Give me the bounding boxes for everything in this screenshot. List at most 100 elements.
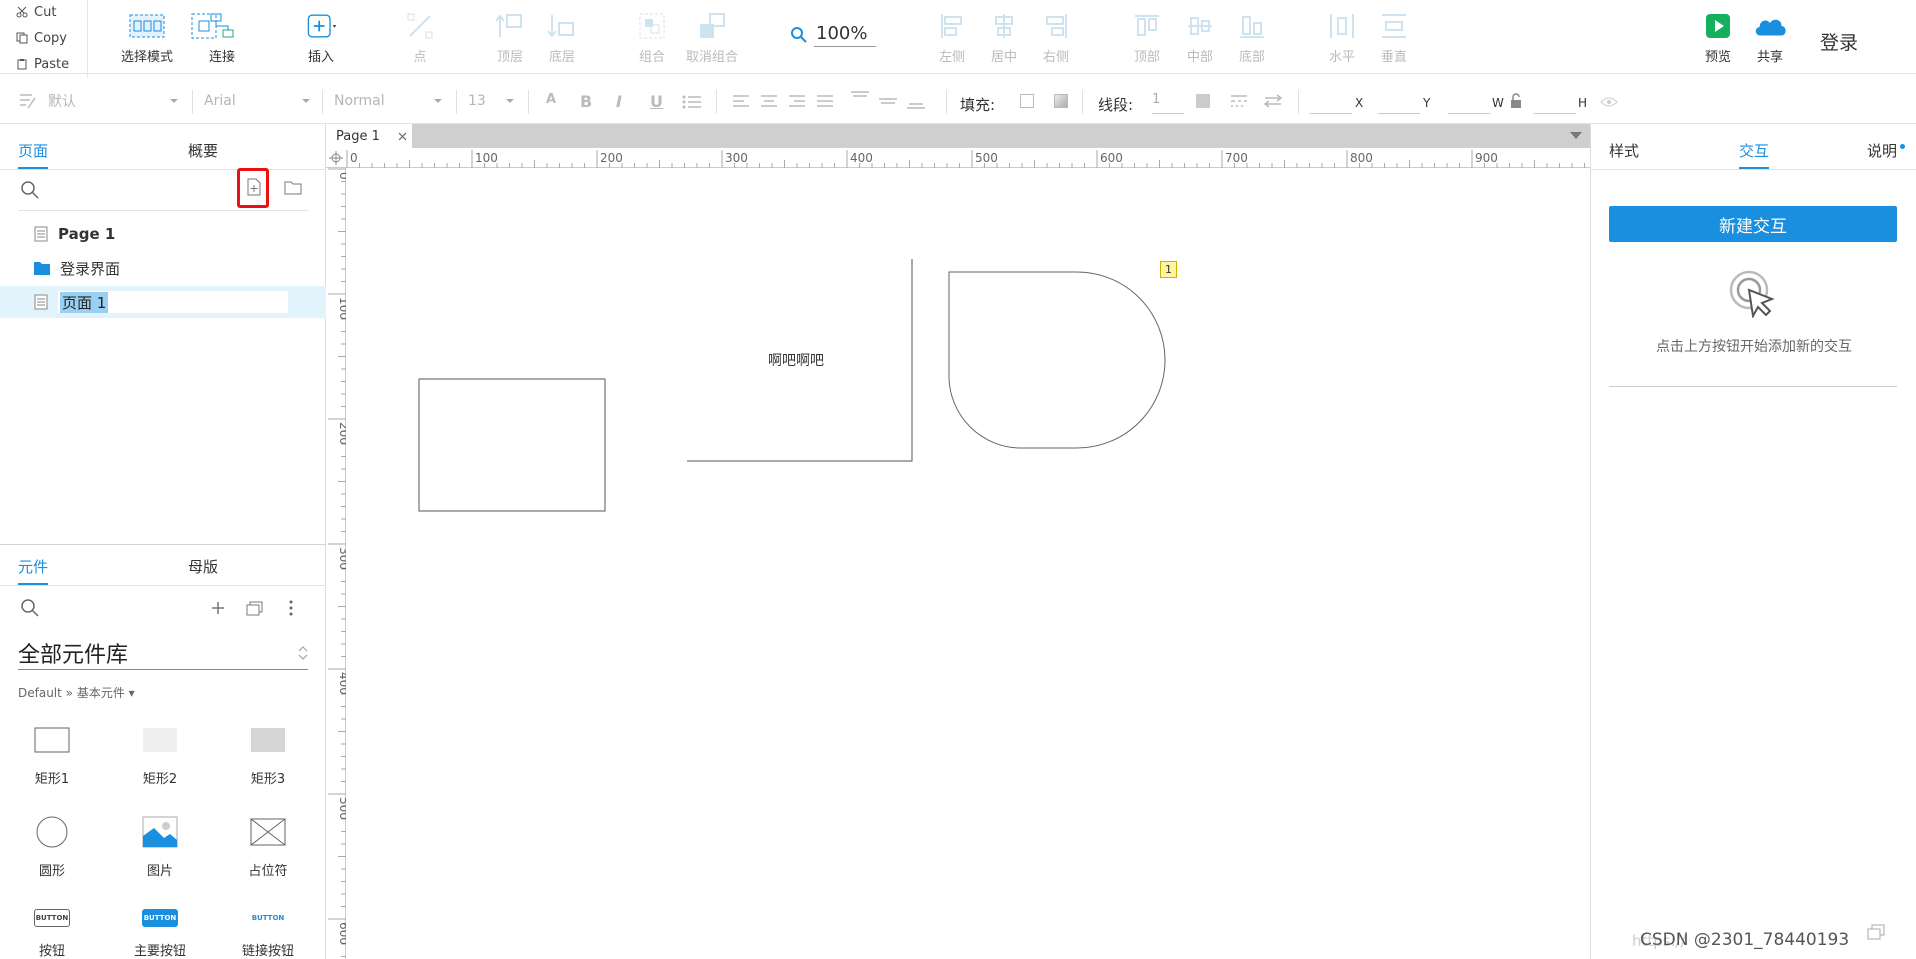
- expand-window-icon[interactable]: [1867, 924, 1885, 940]
- arrow-style-icon[interactable]: [1264, 94, 1282, 108]
- format-separator: [456, 90, 457, 114]
- page-tab[interactable]: Page 1: [326, 124, 412, 148]
- paste-button[interactable]: Paste: [16, 53, 69, 75]
- tab-interactions[interactable]: 交互: [1739, 140, 1770, 170]
- widget-rectangle1[interactable]: 矩形1: [7, 720, 97, 800]
- widget-library-value: 全部元件库: [18, 642, 129, 668]
- fill-color-swatch[interactable]: [1020, 94, 1034, 108]
- stroke-pattern-icon[interactable]: [1230, 94, 1248, 108]
- tab-dropdown-icon[interactable]: [1570, 132, 1582, 140]
- widget-rectangle3[interactable]: 矩形3: [223, 720, 313, 800]
- circle-icon: [36, 816, 68, 848]
- widget-button[interactable]: BUTTON 按钮: [7, 904, 97, 959]
- insert-button[interactable]: 插入: [285, 10, 357, 70]
- unlock-icon[interactable]: [1510, 93, 1522, 109]
- justify-text-icon[interactable]: [816, 94, 834, 108]
- point-button[interactable]: 点: [384, 10, 456, 70]
- italic-button[interactable]: I: [616, 92, 622, 111]
- format-bar: 默认 Arial Normal 13 A B I U 填充: 线段: 1 X Y…: [0, 78, 1916, 124]
- page-tab-bar: [326, 124, 1590, 148]
- ungroup-button[interactable]: 取消组合: [676, 10, 748, 70]
- widget-primary-button[interactable]: BUTTON 主要按钮: [115, 904, 205, 959]
- zoom-control[interactable]: 100%: [790, 20, 876, 50]
- more-vertical-icon[interactable]: [288, 600, 294, 616]
- eye-icon[interactable]: [1600, 96, 1618, 108]
- zoom-value[interactable]: 100%: [814, 23, 876, 47]
- ruler-label: 800: [1350, 151, 1373, 165]
- valign-bottom-icon[interactable]: [906, 90, 926, 110]
- shadow-swatch[interactable]: [1054, 94, 1068, 108]
- library-icon[interactable]: [246, 600, 264, 616]
- login-link[interactable]: 登录: [1820, 28, 1858, 55]
- tab-pages[interactable]: 页面: [18, 140, 49, 170]
- widget-link-button[interactable]: BUTTON 链接按钮: [223, 904, 313, 959]
- w-input[interactable]: [1448, 92, 1490, 114]
- new-interaction-button[interactable]: 新建交互: [1609, 206, 1897, 242]
- underline-button[interactable]: U: [650, 92, 663, 111]
- widget-library-select[interactable]: 全部元件库: [18, 636, 308, 670]
- page-rename-input[interactable]: 页面 1: [58, 291, 288, 313]
- tab-style[interactable]: 样式: [1609, 140, 1639, 167]
- search-zoom-icon: [791, 27, 807, 43]
- font-select[interactable]: Arial: [204, 88, 316, 114]
- divider: [1591, 169, 1916, 170]
- align-right-button[interactable]: 右侧: [1020, 10, 1092, 70]
- send-to-back-button[interactable]: 底层: [526, 10, 598, 70]
- y-input[interactable]: [1378, 92, 1420, 114]
- tab-widgets[interactable]: 元件: [18, 556, 49, 586]
- align-bottom-button[interactable]: 底部: [1216, 10, 1288, 70]
- font-color-button[interactable]: A: [546, 92, 556, 107]
- stroke-color-swatch[interactable]: [1196, 94, 1210, 108]
- distribute-vertical-button[interactable]: 垂直: [1358, 10, 1430, 70]
- h-input[interactable]: [1534, 92, 1576, 114]
- cut-button[interactable]: Cut: [16, 1, 56, 23]
- divider: [0, 544, 326, 545]
- widget-label: 矩形2: [142, 772, 178, 787]
- tab-outline[interactable]: 概要: [188, 140, 218, 167]
- text-widget[interactable]: 啊吧啊吧: [768, 350, 824, 370]
- fill-label: 填充:: [960, 96, 996, 114]
- ruler-label: 100: [337, 297, 346, 320]
- bullet-list-icon[interactable]: [682, 94, 702, 110]
- horizontal-ruler: 0 100 200 300 400 500 600 700 800 900: [326, 148, 1590, 168]
- align-text-right-icon[interactable]: [788, 94, 806, 108]
- align-text-center-icon[interactable]: [760, 94, 778, 108]
- add-folder-icon[interactable]: [284, 180, 302, 196]
- tab-notes[interactable]: 说明: [1867, 140, 1906, 167]
- stroke-width-input[interactable]: 1: [1152, 92, 1184, 114]
- page-item[interactable]: Page 1: [0, 218, 326, 250]
- vertical-ruler: 0 100 200 300 400 500 600: [326, 168, 346, 959]
- connect-button[interactable]: 连接: [186, 10, 258, 70]
- align-text-left-icon[interactable]: [732, 94, 750, 108]
- share-button[interactable]: 共享: [1734, 10, 1806, 70]
- font-size-select[interactable]: 13: [468, 88, 520, 114]
- rectangle-widget[interactable]: [418, 378, 606, 512]
- style-select[interactable]: 默认: [48, 88, 184, 114]
- format-separator: [1082, 90, 1083, 114]
- clipboard-icon: [17, 59, 27, 70]
- search-icon[interactable]: [20, 598, 40, 618]
- x-input[interactable]: [1310, 92, 1352, 114]
- weight-select[interactable]: Normal: [334, 88, 448, 114]
- format-separator: [1298, 90, 1299, 114]
- divider: [18, 210, 308, 211]
- widget-placeholder[interactable]: 占位符: [223, 812, 313, 892]
- page-item-selected[interactable]: 页面 1: [0, 286, 326, 318]
- note-badge[interactable]: 1: [1160, 261, 1177, 278]
- widget-image[interactable]: 图片: [115, 812, 205, 892]
- valign-middle-icon[interactable]: [878, 90, 898, 110]
- folder-item[interactable]: 登录界面: [0, 252, 326, 284]
- search-icon[interactable]: [20, 180, 40, 200]
- close-icon[interactable]: [398, 132, 407, 141]
- design-canvas[interactable]: [347, 169, 1590, 959]
- d-shape-widget[interactable]: [948, 271, 1166, 449]
- tab-masters[interactable]: 母版: [188, 556, 218, 583]
- widget-circle[interactable]: 圆形: [7, 812, 97, 892]
- valign-top-icon[interactable]: [850, 90, 870, 110]
- copy-button[interactable]: Copy: [16, 27, 67, 49]
- font-value: Arial: [204, 93, 236, 109]
- plus-icon[interactable]: [210, 600, 226, 616]
- widget-breadcrumb[interactable]: Default » 基本元件 ▾: [18, 684, 135, 701]
- widget-rectangle2[interactable]: 矩形2: [115, 720, 205, 800]
- bold-button[interactable]: B: [580, 92, 592, 111]
